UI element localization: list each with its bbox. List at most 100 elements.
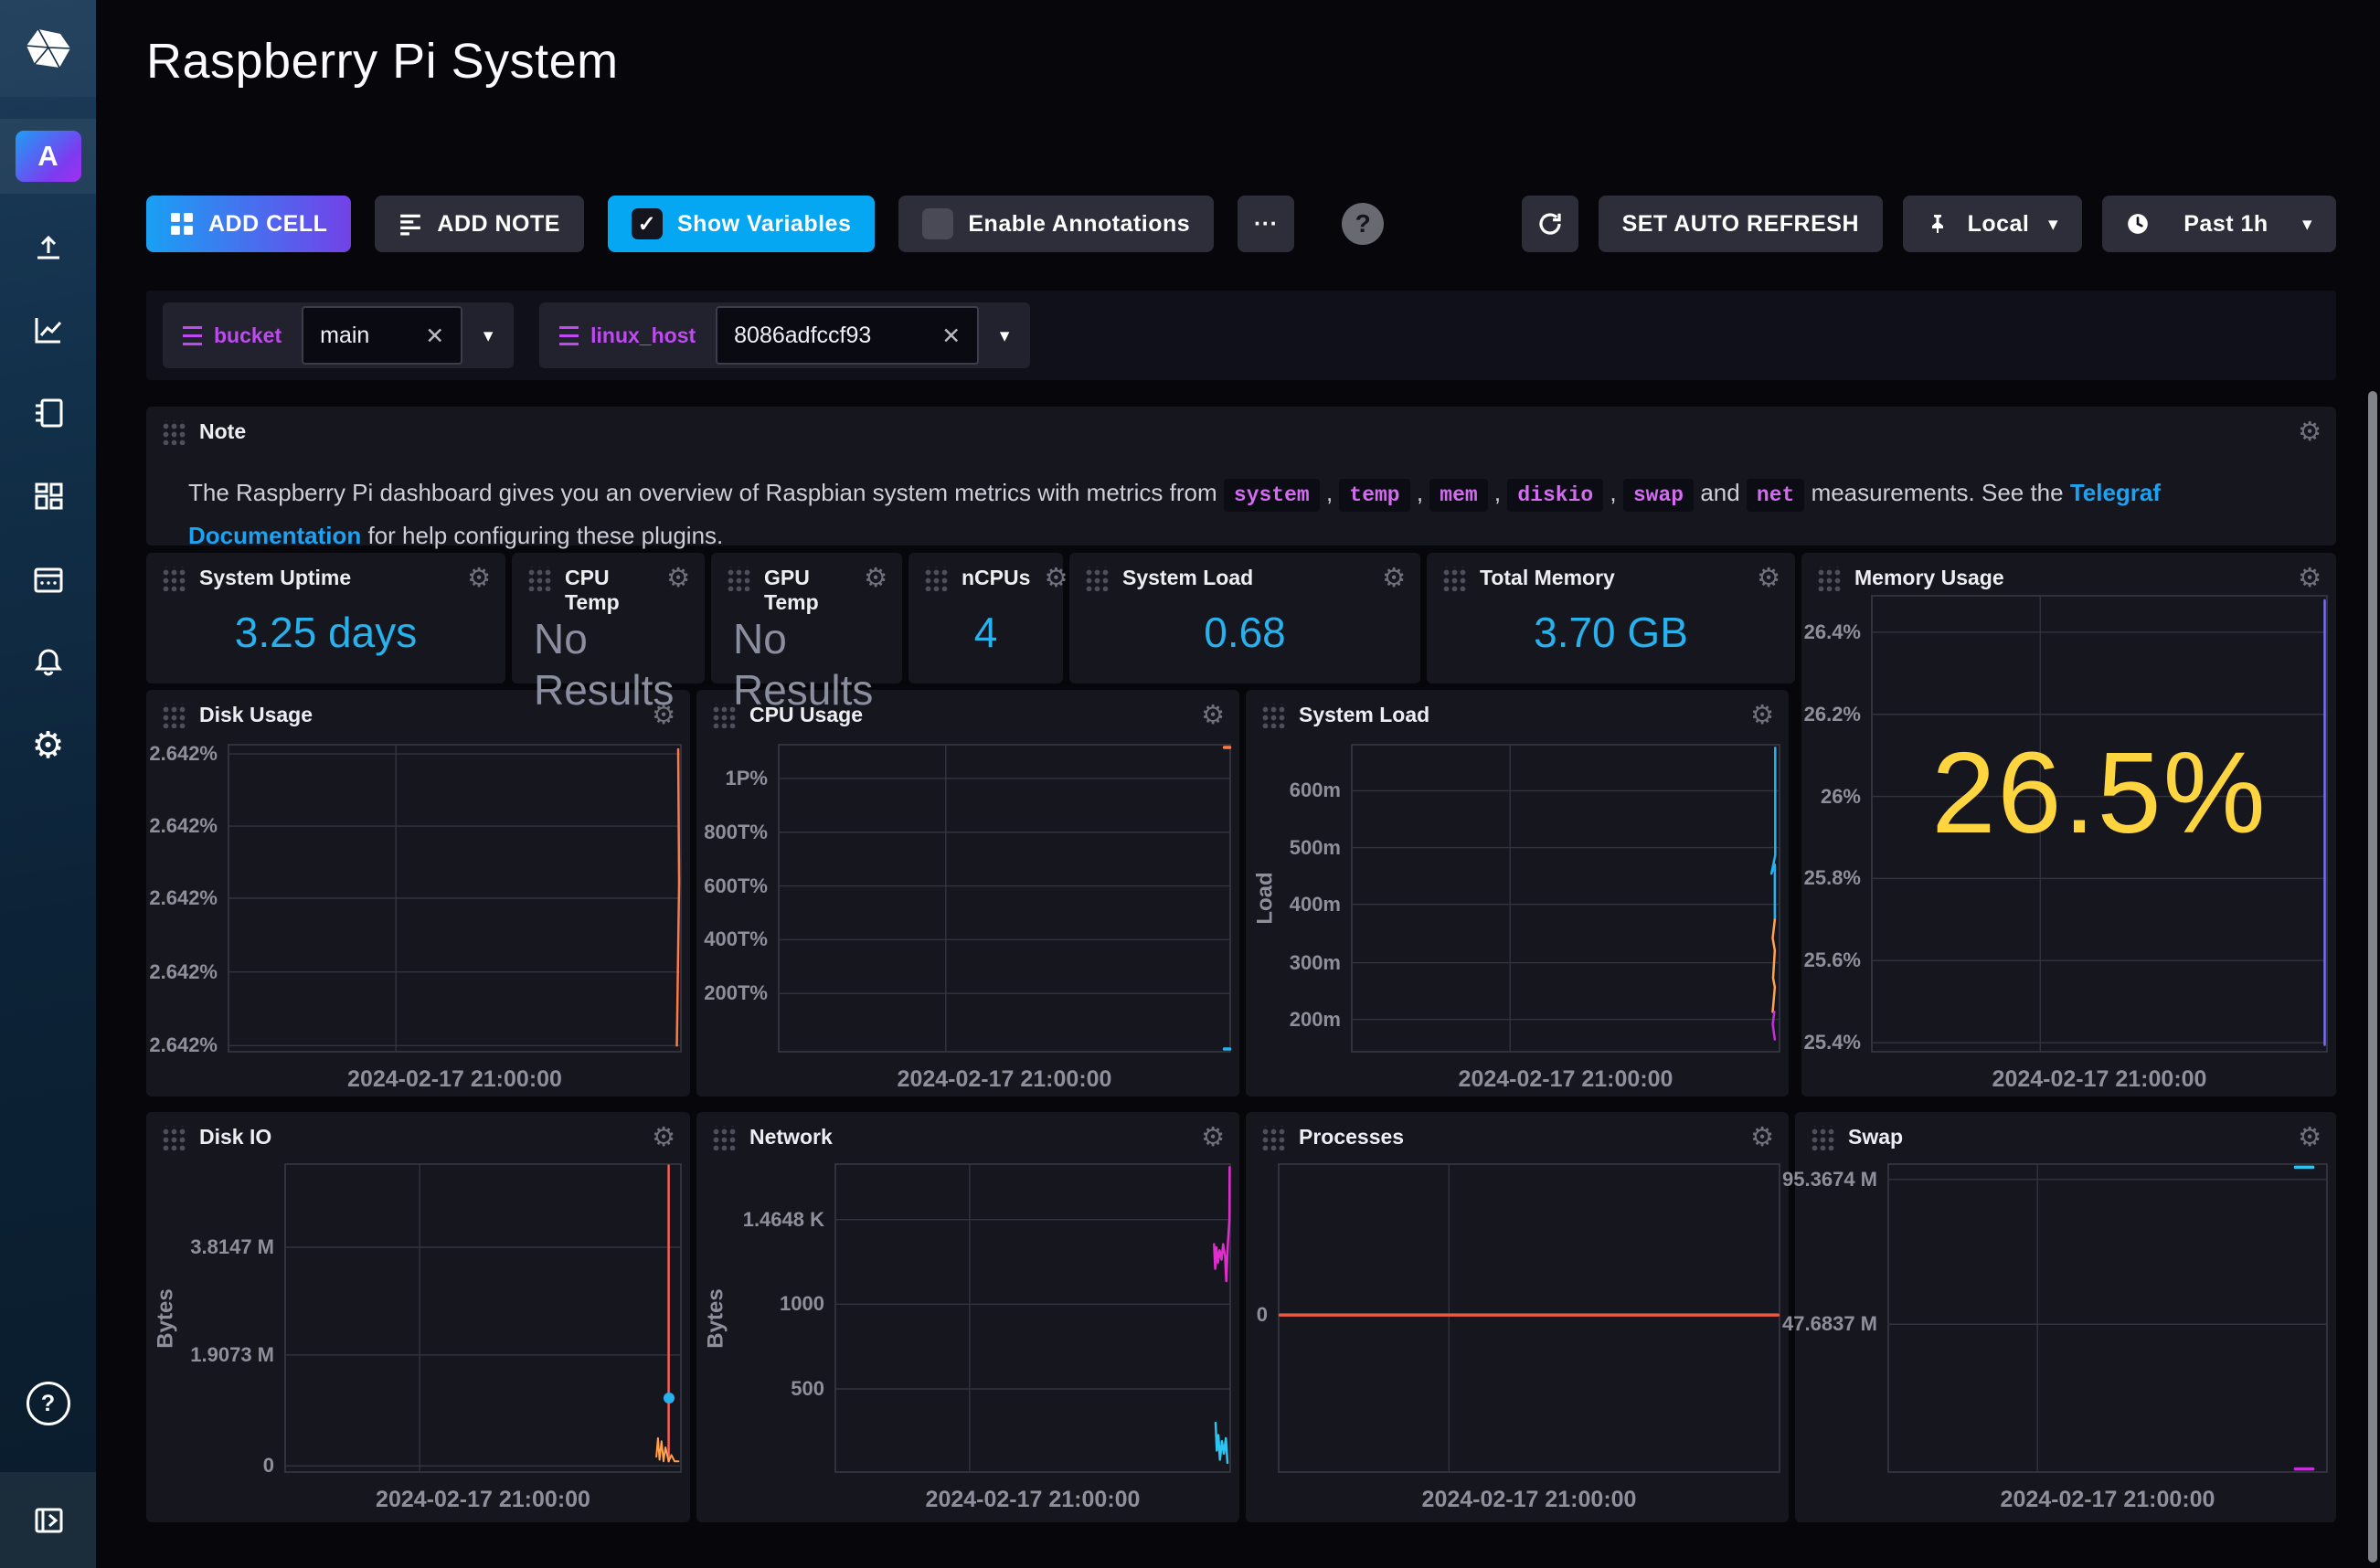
drag-handle-icon[interactable] [1260, 704, 1285, 728]
y-axis-tick: 500m [1290, 834, 1341, 862]
sidebar-item-help[interactable]: ? [0, 1382, 96, 1425]
drag-handle-icon[interactable] [526, 567, 551, 591]
sidebar-item-upload[interactable] [0, 205, 96, 288]
sidebar-expand-button[interactable] [0, 1472, 96, 1568]
gear-icon[interactable]: ⚙ [1201, 1125, 1225, 1150]
drag-handle-icon[interactable] [161, 420, 186, 445]
y-axis-tick: 2.642% [149, 740, 218, 768]
stat-panel-cpu-temp: CPU Temp⚙No Results [512, 553, 705, 683]
chart-plot[interactable] [779, 745, 1230, 1052]
drag-handle-icon[interactable] [161, 704, 186, 728]
checkbox-unchecked-icon[interactable] [922, 208, 953, 239]
pin-icon [1927, 213, 1949, 235]
chart-plot[interactable] [1888, 1164, 2327, 1472]
gear-icon[interactable]: ⚙ [2298, 419, 2322, 444]
sidebar-item-settings[interactable]: ⚙ [0, 704, 96, 787]
chart-panel-memory-usage: Memory Usage⚙26.4%26.2%26%25.8%25.6%25.4… [1801, 553, 2336, 1097]
variable-hamburger-icon [559, 326, 579, 345]
timezone-dropdown[interactable]: Local ▾ [1903, 196, 2082, 252]
note-panel: Note ⚙ The Raspberry Pi dashboard gives … [146, 407, 2336, 546]
gear-icon[interactable]: ⚙ [467, 566, 491, 590]
drag-handle-icon[interactable] [161, 567, 186, 591]
x-axis-label: 2024-02-17 21:00:00 [835, 1487, 1230, 1513]
panel-title: Swap [1848, 1125, 1903, 1150]
panel-title: Disk Usage [199, 703, 313, 727]
gear-icon[interactable]: ⚙ [864, 566, 887, 590]
chart-panel-swap: Swap⚙95.3674 M47.6837 M2024-02-17 21:00:… [1795, 1112, 2336, 1522]
variable-dropdown-button[interactable]: ▾ [462, 302, 514, 368]
gear-icon[interactable]: ⚙ [1750, 1125, 1774, 1150]
measurement-tag: diskio [1507, 479, 1603, 512]
dashboard-help-button[interactable]: ? [1342, 203, 1384, 245]
series-line [656, 1438, 678, 1461]
refresh-button[interactable] [1522, 196, 1578, 252]
gear-icon[interactable]: ⚙ [652, 1125, 675, 1150]
enable-annotations-toggle[interactable]: Enable Annotations [898, 196, 1214, 252]
show-variables-toggle[interactable]: ✓ Show Variables [608, 196, 875, 252]
add-note-button[interactable]: ADD NOTE [375, 196, 584, 252]
influxdb-logo[interactable] [0, 0, 96, 97]
variable-drag-handle[interactable]: linux_host [539, 302, 716, 368]
drag-handle-icon[interactable] [161, 1126, 186, 1150]
variable-drag-handle[interactable]: bucket [163, 302, 302, 368]
chart-plot[interactable] [1279, 1164, 1780, 1472]
chevron-down-icon: ▾ [1000, 324, 1010, 346]
gear-icon[interactable]: ⚙ [652, 703, 675, 727]
y-axis-tick: 400T% [704, 926, 768, 953]
variable-value-input[interactable]: 8086adfccf93 ✕ [716, 306, 979, 365]
stat-value: 3.70 GB [1427, 608, 1795, 657]
y-axis-tick: 800T% [704, 819, 768, 846]
chart-plot[interactable] [1352, 745, 1780, 1052]
chart-plot[interactable] [285, 1164, 681, 1472]
sidebar-item-dashboards[interactable] [0, 454, 96, 537]
stat-value: No Results [534, 613, 717, 715]
y-axis-tick: 25.6% [1804, 947, 1861, 974]
gear-icon[interactable]: ⚙ [1201, 703, 1225, 727]
drag-handle-icon[interactable] [726, 567, 750, 591]
stat-value: No Results [733, 613, 916, 715]
y-axis-tick: 1.4648 K [743, 1206, 824, 1234]
set-auto-refresh-button[interactable]: SET AUTO REFRESH [1599, 196, 1883, 252]
variable-control: bucket main ✕ ▾ [163, 302, 514, 368]
variable-dropdown-button[interactable]: ▾ [979, 302, 1030, 368]
drag-handle-icon[interactable] [923, 567, 948, 591]
gear-icon[interactable]: ⚙ [2298, 1125, 2322, 1150]
sidebar-item-data-explorer[interactable] [0, 288, 96, 371]
chart-panel-disk-io: Disk IO⚙Bytes3.8147 M1.9073 M02024-02-17… [146, 1112, 690, 1522]
scrollbar[interactable] [2368, 391, 2377, 1563]
variable-value-input[interactable]: main ✕ [302, 306, 462, 365]
drag-handle-icon[interactable] [1810, 1126, 1834, 1150]
clear-icon[interactable]: ✕ [941, 323, 961, 349]
add-cell-button[interactable]: ADD CELL [146, 196, 351, 252]
add-note-label: ADD NOTE [437, 211, 560, 238]
gear-icon: ⚙ [32, 727, 65, 764]
more-options-button[interactable]: ··· [1238, 196, 1294, 252]
drag-handle-icon[interactable] [1260, 1126, 1285, 1150]
drag-handle-icon[interactable] [1441, 567, 1466, 591]
gear-icon[interactable]: ⚙ [1750, 703, 1774, 727]
gear-icon[interactable]: ⚙ [1757, 566, 1780, 590]
variable-hamburger-icon [183, 326, 202, 345]
gear-icon[interactable]: ⚙ [1382, 566, 1406, 590]
drag-handle-icon[interactable] [1084, 567, 1109, 591]
drag-handle-icon[interactable] [711, 704, 736, 728]
gear-icon[interactable]: ⚙ [1044, 566, 1068, 590]
clear-icon[interactable]: ✕ [425, 323, 444, 349]
panel-title: Disk IO [199, 1125, 271, 1150]
chart-plot[interactable] [228, 745, 681, 1052]
y-axis-tick: 600m [1290, 777, 1341, 804]
x-axis-label: 2024-02-17 21:00:00 [1888, 1487, 2327, 1513]
sidebar-item-alerts[interactable] [0, 620, 96, 704]
chart-plot[interactable] [835, 1164, 1230, 1472]
gear-icon[interactable]: ⚙ [666, 566, 690, 590]
y-axis-tick: 0 [1257, 1301, 1268, 1329]
sidebar-item-notebooks[interactable] [0, 371, 96, 454]
drag-handle-icon[interactable] [711, 1126, 736, 1150]
gear-icon[interactable]: ⚙ [2298, 566, 2322, 590]
time-range-dropdown[interactable]: Past 1h ▾ [2102, 196, 2336, 252]
y-axis-tick: 25.4% [1804, 1029, 1861, 1056]
sidebar-item-tasks[interactable] [0, 537, 96, 620]
checkbox-checked-icon[interactable]: ✓ [632, 208, 663, 239]
drag-handle-icon[interactable] [1816, 567, 1841, 591]
org-avatar[interactable]: A [16, 131, 81, 182]
